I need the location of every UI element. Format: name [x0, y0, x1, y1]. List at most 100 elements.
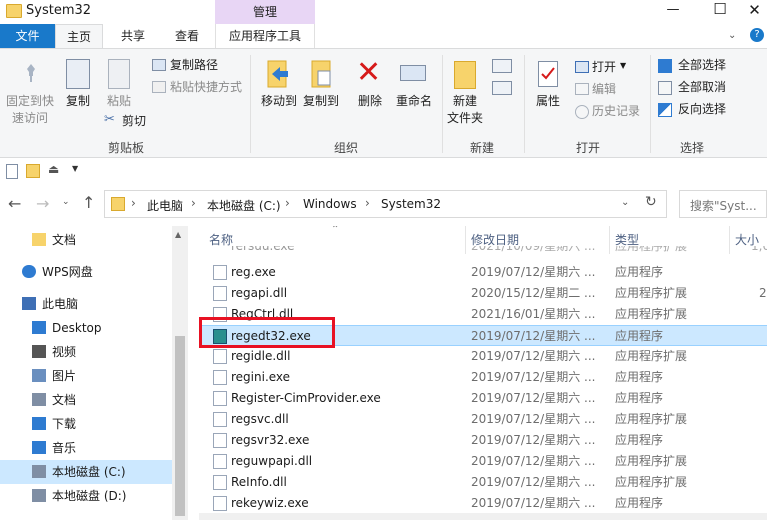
move-to-button[interactable]: 移动到: [258, 93, 300, 110]
breadcrumb-this-pc[interactable]: 此电脑: [147, 197, 183, 214]
easy-access-icon[interactable]: [492, 81, 512, 95]
address-row: ← → ⌄ ↑ › 此电脑 › 本地磁盘 (C:) › Windows › Sy…: [0, 188, 767, 222]
help-icon[interactable]: ?: [750, 28, 764, 42]
sidebar-item[interactable]: WPS网盘: [0, 260, 172, 284]
sidebar-item-label: Desktop: [52, 321, 102, 335]
open-button[interactable]: 打开: [592, 59, 616, 76]
select-none-button[interactable]: 全部取消: [678, 79, 726, 96]
cut-button[interactable]: 剪切: [122, 113, 146, 130]
file-type: 应用程序扩展: [615, 454, 688, 468]
pin-to-quick-access-button[interactable]: 固定到快 速访问: [4, 93, 56, 127]
tab-app-tools[interactable]: 应用程序工具: [215, 24, 315, 48]
file-date: 2019/07/12/星期六 ...: [471, 454, 596, 468]
file-list: 名称 ⌃ 修改日期 类型 大小 rersuu.exe 2021/10/09/星期…: [199, 226, 767, 520]
file-name: regsvr32.exe: [231, 433, 310, 447]
close-button[interactable]: ✕: [742, 1, 767, 19]
file-type: 应用程序扩展: [615, 246, 688, 253]
nav-scroll-thumb[interactable]: [175, 336, 185, 516]
select-all-button[interactable]: 全部选择: [678, 57, 726, 74]
paste-button[interactable]: 粘贴: [103, 93, 135, 110]
rename-button[interactable]: 重命名: [392, 93, 436, 110]
table-row[interactable]: regapi.dll 2020/15/12/星期二 ... 应用程序扩展 2: [199, 283, 767, 304]
organize-group-label: 组织: [333, 141, 358, 155]
new-item-icon[interactable]: [492, 59, 512, 73]
delete-button[interactable]: 删除: [352, 93, 388, 110]
address-bar[interactable]: › 此电脑 › 本地磁盘 (C:) › Windows › System32 ⌄…: [104, 190, 667, 218]
copy-to-button[interactable]: 复制到: [300, 93, 342, 110]
tab-home[interactable]: 主页: [55, 24, 103, 49]
address-dropdown-icon[interactable]: ⌄: [621, 197, 629, 208]
properties-button[interactable]: 属性: [530, 93, 566, 110]
sidebar-item[interactable]: 下载: [0, 412, 172, 436]
new-folder-button[interactable]: 新建 文件夹: [444, 93, 486, 127]
table-row[interactable]: regidle.dll 2019/07/12/星期六 ... 应用程序扩展: [199, 346, 767, 367]
breadcrumb-windows[interactable]: Windows: [303, 197, 357, 211]
minimize-button[interactable]: —: [658, 2, 688, 17]
file-date: 2021/16/01/星期六 ...: [471, 307, 596, 321]
exe-file-icon: [213, 496, 227, 511]
sort-ascending-icon: ⌃: [331, 226, 340, 235]
new-group-label: 新建: [469, 141, 494, 155]
table-row-partial[interactable]: rersuu.exe 2021/10/09/星期六 ... 应用程序扩展 1,0: [199, 246, 767, 258]
up-arrow-icon[interactable]: ↑: [82, 193, 95, 212]
divider: [250, 55, 251, 153]
table-row[interactable]: regini.exe 2019/07/12/星期六 ... 应用程序: [199, 367, 767, 388]
table-row[interactable]: regsvc.dll 2019/07/12/星期六 ... 应用程序扩展: [199, 409, 767, 430]
search-input[interactable]: 搜索"Syst...: [679, 190, 767, 218]
breadcrumb-separator: ›: [365, 196, 370, 210]
sidebar-item-label: 本地磁盘 (C:): [52, 465, 126, 479]
table-row[interactable]: regsvr32.exe 2019/07/12/星期六 ... 应用程序: [199, 430, 767, 451]
chevron-down-icon[interactable]: ⌄: [728, 30, 736, 41]
maximize-button[interactable]: ☐: [705, 0, 735, 18]
folder-icon: [32, 233, 46, 246]
sidebar-item-label: 文档: [52, 233, 77, 247]
sidebar-item[interactable]: 此电脑: [0, 292, 172, 316]
back-arrow-icon[interactable]: ←: [8, 194, 21, 213]
horizontal-scrollbar[interactable]: [199, 513, 767, 520]
sidebar-item[interactable]: 音乐: [0, 436, 172, 460]
edit-button[interactable]: 编辑: [592, 81, 616, 98]
ribbon-tab-strip: 文件 主页 共享 查看 应用程序工具 ⌄ ?: [0, 24, 767, 49]
copy-path-button[interactable]: 复制路径: [170, 57, 218, 74]
table-row[interactable]: reguwpapi.dll 2019/07/12/星期六 ... 应用程序扩展: [199, 451, 767, 472]
sidebar-item[interactable]: Desktop: [0, 316, 172, 340]
sidebar-item[interactable]: 文档: [0, 228, 172, 252]
invert-selection-button[interactable]: 反向选择: [678, 101, 726, 118]
properties-icon[interactable]: [6, 164, 18, 179]
file-type: 应用程序: [615, 265, 664, 279]
recent-dropdown-icon[interactable]: ⌄: [62, 197, 70, 207]
search-placeholder: 搜索"Syst...: [690, 199, 757, 213]
sidebar-item[interactable]: 视频: [0, 340, 172, 364]
table-row[interactable]: rekeywiz.exe 2019/07/12/星期六 ... 应用程序: [199, 493, 767, 514]
dropdown-arrow-icon[interactable]: ▼: [620, 61, 626, 70]
tab-view[interactable]: 查看: [162, 24, 212, 48]
window-title: System32: [26, 3, 92, 18]
file-name: regsvc.dll: [231, 412, 289, 426]
breadcrumb-local-disk-c[interactable]: 本地磁盘 (C:): [207, 197, 281, 214]
refresh-icon[interactable]: ↻: [645, 194, 657, 210]
eject-icon[interactable]: ⏏: [48, 162, 59, 176]
copy-button[interactable]: 复制: [63, 93, 93, 110]
sidebar-item-label: 图片: [52, 369, 77, 383]
sidebar-item[interactable]: 文档: [0, 388, 172, 412]
paste-shortcut-button[interactable]: 粘贴快捷方式: [170, 79, 242, 96]
table-row[interactable]: reg.exe 2019/07/12/星期六 ... 应用程序: [199, 262, 767, 283]
tab-file[interactable]: 文件: [0, 24, 55, 48]
scroll-up-icon[interactable]: ▲: [175, 230, 181, 239]
document-icon: [32, 393, 46, 406]
file-type: 应用程序扩展: [615, 307, 688, 321]
divider: [650, 55, 651, 153]
sidebar-item[interactable]: 图片: [0, 364, 172, 388]
sidebar-item[interactable]: 本地磁盘 (D:): [0, 484, 172, 508]
folder-icon[interactable]: [26, 164, 40, 178]
nav-scrollbar[interactable]: ▲: [172, 226, 188, 520]
customize-dropdown-icon[interactable]: ▼: [72, 164, 78, 173]
table-row[interactable]: ReInfo.dll 2019/07/12/星期六 ... 应用程序扩展: [199, 472, 767, 493]
history-button[interactable]: 历史记录: [592, 103, 640, 120]
highlight-box: [199, 317, 335, 348]
forward-arrow-icon[interactable]: →: [36, 194, 49, 213]
table-row[interactable]: Register-CimProvider.exe 2019/07/12/星期六 .…: [199, 388, 767, 409]
sidebar-item[interactable]: 本地磁盘 (C:): [0, 460, 172, 484]
tab-share[interactable]: 共享: [108, 24, 158, 48]
breadcrumb-system32[interactable]: System32: [381, 197, 441, 211]
